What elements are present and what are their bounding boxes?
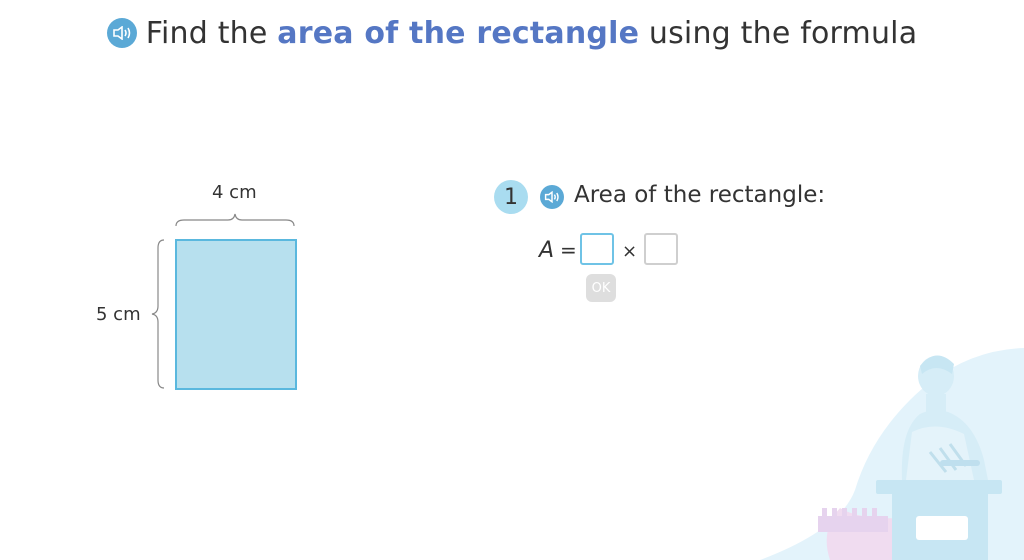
step-label: Area of the rectangle: [574, 182, 826, 208]
statue-decoration [760, 348, 1024, 560]
width-label: 4 cm [212, 182, 257, 203]
equals-sign: = [560, 238, 577, 262]
left-brace [151, 239, 165, 389]
step-number: 1 [494, 180, 528, 214]
height-label: 5 cm [96, 304, 141, 325]
title-suffix: using the formula [648, 15, 918, 51]
rectangle-shape [175, 239, 297, 390]
multiply-sign: × [622, 241, 638, 262]
area-variable: A [539, 238, 555, 263]
title-highlight: area of the rectangle [277, 15, 640, 51]
factor-input-1[interactable] [580, 233, 614, 265]
instruction-title: Find the area of the rectangle using the… [0, 12, 1024, 54]
top-brace [175, 213, 295, 227]
factor-input-2[interactable] [644, 233, 678, 265]
speaker-icon[interactable] [106, 18, 137, 48]
ok-button[interactable]: OK [586, 274, 616, 302]
title-prefix: Find the [145, 15, 268, 51]
speaker-icon[interactable] [540, 185, 564, 209]
title-text: Find the area of the rectangle using the… [146, 16, 918, 51]
